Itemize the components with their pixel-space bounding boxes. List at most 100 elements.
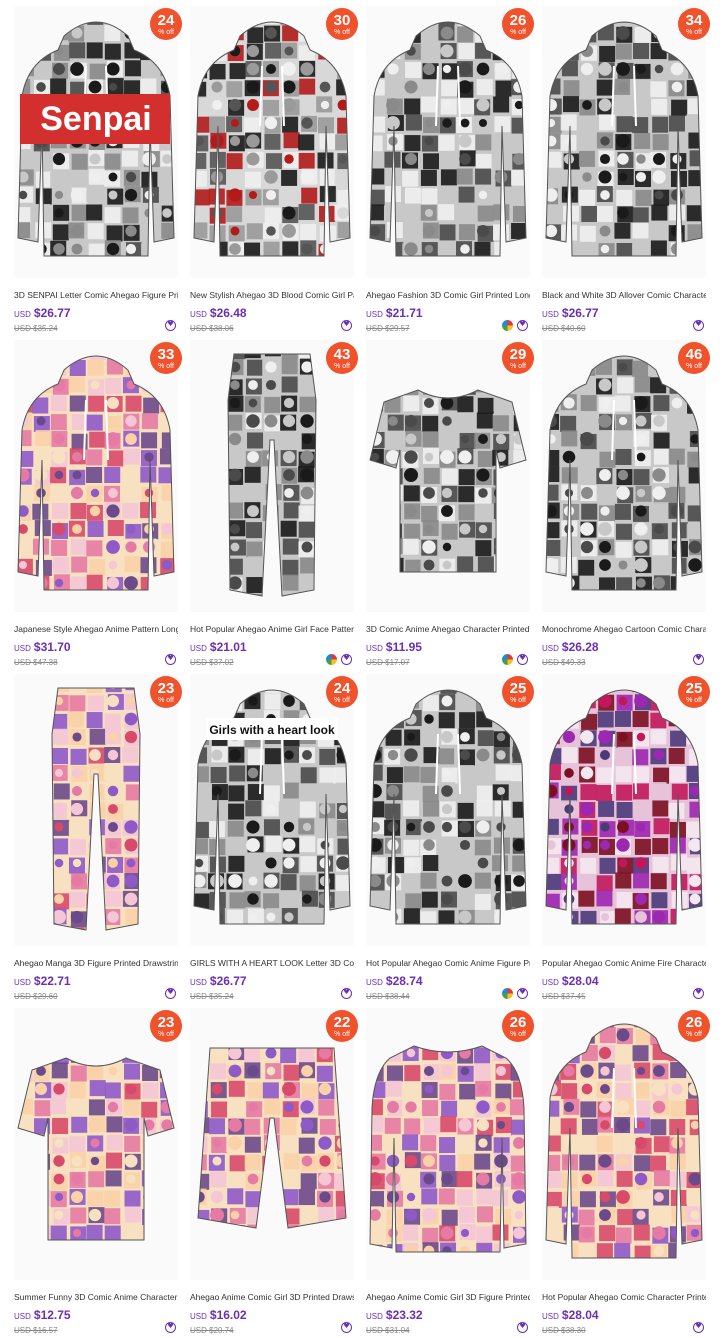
product-card[interactable]: 23% off Summer Funny 3D Comic Anime Chara… (8, 1002, 184, 1336)
product-title[interactable]: Black and White 3D Allover Comic Charact… (542, 290, 706, 300)
product-title[interactable]: Summer Funny 3D Comic Anime Character Pr… (14, 1292, 178, 1302)
product-image[interactable] (366, 674, 530, 946)
product-title[interactable]: Hot Popular Ahegao Comic Anime Figure Pr… (366, 958, 530, 968)
product-title[interactable]: Popular Ahegao Comic Anime Fire Characte… (542, 958, 706, 968)
product-title[interactable]: Hot Popular Ahegao Anime Girl Face Patte… (190, 624, 354, 634)
product-card[interactable]: 43% off Hot Popular Ahegao Anime Girl Fac… (184, 334, 360, 668)
product-image[interactable] (542, 6, 706, 278)
product-image[interactable] (542, 340, 706, 612)
product-image[interactable] (14, 1008, 178, 1280)
product-title[interactable]: Japanese Style Ahegao Anime Pattern Long… (14, 624, 178, 634)
favorite-heart-icon[interactable] (341, 1322, 352, 1333)
product-image[interactable]: Senpai (14, 6, 178, 278)
card-icons (326, 654, 352, 665)
favorite-heart-icon[interactable] (517, 654, 528, 665)
product-card[interactable]: 25% off Hot Popular Ahegao Comic Anime Fi… (360, 668, 536, 1002)
product-card[interactable]: 26% off Hot Popular Ahegao Comic Characte… (536, 1002, 712, 1336)
favorite-heart-icon[interactable] (341, 320, 352, 331)
discount-badge: 24% off (326, 676, 358, 708)
favorite-heart-icon[interactable] (517, 988, 528, 999)
card-icons (502, 654, 528, 665)
product-image[interactable] (190, 340, 354, 612)
color-options-icon[interactable] (502, 988, 513, 999)
discount-suffix: % off (334, 1030, 350, 1038)
product-card[interactable]: 22% off Ahegao Anime Comic Girl 3D Printe… (184, 1002, 360, 1336)
favorite-heart-icon[interactable] (693, 654, 704, 665)
product-card[interactable]: 29% off 3D Comic Anime Ahegao Character P… (360, 334, 536, 668)
product-image[interactable] (366, 340, 530, 612)
product-card[interactable]: 23% off Ahegao Manga 3D Figure Printed Dr… (8, 668, 184, 1002)
product-title[interactable]: Ahegao Anime Comic Girl 3D Figure Printe… (366, 1292, 530, 1302)
currency-label: USD (14, 1312, 31, 1321)
favorite-heart-icon[interactable] (693, 1322, 704, 1333)
product-image[interactable]: Girls with a heart look (190, 674, 354, 946)
favorite-heart-icon[interactable] (517, 1322, 528, 1333)
price-amount: $12.75 (33, 1308, 71, 1322)
favorite-heart-icon[interactable] (165, 988, 176, 999)
product-card[interactable]: Girls with a heart look 24% off GIRLS WITH… (184, 668, 360, 1002)
product-card[interactable]: Senpai 24% off 3D SENPAI Letter Comic Aheg… (8, 0, 184, 334)
favorite-heart-icon[interactable] (693, 988, 704, 999)
product-title[interactable]: Hot Popular Ahegao Comic Character Print… (542, 1292, 706, 1302)
discount-suffix: % off (686, 362, 702, 370)
card-icons (693, 654, 704, 665)
price-amount: $11.95 (385, 640, 422, 654)
discount-percent: 33 (157, 345, 175, 363)
product-image[interactable] (366, 1008, 530, 1280)
product-image[interactable] (190, 1008, 354, 1280)
currency-label: USD (14, 644, 31, 653)
favorite-heart-icon[interactable] (165, 654, 176, 665)
favorite-heart-icon[interactable] (341, 654, 352, 665)
favorite-heart-icon[interactable] (517, 320, 528, 331)
card-icons (693, 988, 704, 999)
discount-percent: 23 (157, 679, 175, 697)
price-amount: $21.71 (385, 306, 423, 320)
discount-suffix: % off (334, 28, 350, 36)
product-card[interactable]: 30% off New Stylish Ahegao 3D Blood Comic… (184, 0, 360, 334)
product-card[interactable]: 46% off Monochrome Ahegao Cartoon Comic C… (536, 334, 712, 668)
product-card[interactable]: 26% off Ahegao Fashion 3D Comic Girl Prin… (360, 0, 536, 334)
discount-badge: 46% off (678, 342, 710, 374)
original-price: USD $20.74 (190, 1326, 234, 1335)
discount-badge: 24% off (150, 8, 182, 40)
discount-suffix: % off (510, 1030, 526, 1038)
product-title[interactable]: 3D Comic Anime Ahegao Character Printed … (366, 624, 530, 634)
discount-suffix: % off (510, 362, 526, 370)
product-title[interactable]: GIRLS WITH A HEART LOOK Letter 3D Comic (190, 958, 354, 968)
product-image[interactable] (14, 340, 178, 612)
product-price: USD $28.04 (542, 1308, 599, 1322)
currency-label: USD (542, 644, 559, 653)
product-title[interactable]: Ahegao Fashion 3D Comic Girl Printed Lon… (366, 290, 530, 300)
product-title[interactable]: Monochrome Ahegao Cartoon Comic Characte (542, 624, 706, 634)
original-price: USD $35.24 (190, 992, 234, 1001)
original-price: USD $47.38 (14, 658, 58, 667)
product-price: USD $22.71 (14, 974, 71, 988)
product-title[interactable]: Ahegao Anime Comic Girl 3D Printed Draws… (190, 1292, 354, 1302)
discount-suffix: % off (510, 696, 526, 704)
price-amount: $26.77 (209, 974, 247, 988)
product-title[interactable]: Ahegao Manga 3D Figure Printed Drawstrin… (14, 958, 178, 968)
color-options-icon[interactable] (502, 654, 513, 665)
card-icons (165, 320, 176, 331)
discount-percent: 30 (333, 11, 351, 29)
product-image[interactable] (14, 674, 178, 946)
product-card[interactable]: 34% off Black and White 3D Allover Comic … (536, 0, 712, 334)
color-options-icon[interactable] (326, 654, 337, 665)
product-image[interactable] (542, 1008, 706, 1280)
product-card[interactable]: 33% off Japanese Style Ahegao Anime Patte… (8, 334, 184, 668)
product-card[interactable]: 25% off Popular Ahegao Comic Anime Fire C… (536, 668, 712, 1002)
favorite-heart-icon[interactable] (341, 988, 352, 999)
card-icons (693, 320, 704, 331)
favorite-heart-icon[interactable] (693, 320, 704, 331)
product-card[interactable]: 26% off Ahegao Anime Comic Girl 3D Figure… (360, 1002, 536, 1336)
product-title[interactable]: 3D SENPAI Letter Comic Ahegao Figure Pri… (14, 290, 178, 300)
color-options-icon[interactable] (502, 320, 513, 331)
favorite-heart-icon[interactable] (165, 1322, 176, 1333)
product-image[interactable] (366, 6, 530, 278)
favorite-heart-icon[interactable] (165, 320, 176, 331)
product-image[interactable] (190, 6, 354, 278)
product-image[interactable] (542, 674, 706, 946)
discount-badge: 26% off (678, 1010, 710, 1042)
discount-badge: 23% off (150, 1010, 182, 1042)
product-title[interactable]: New Stylish Ahegao 3D Blood Comic Girl P… (190, 290, 354, 300)
